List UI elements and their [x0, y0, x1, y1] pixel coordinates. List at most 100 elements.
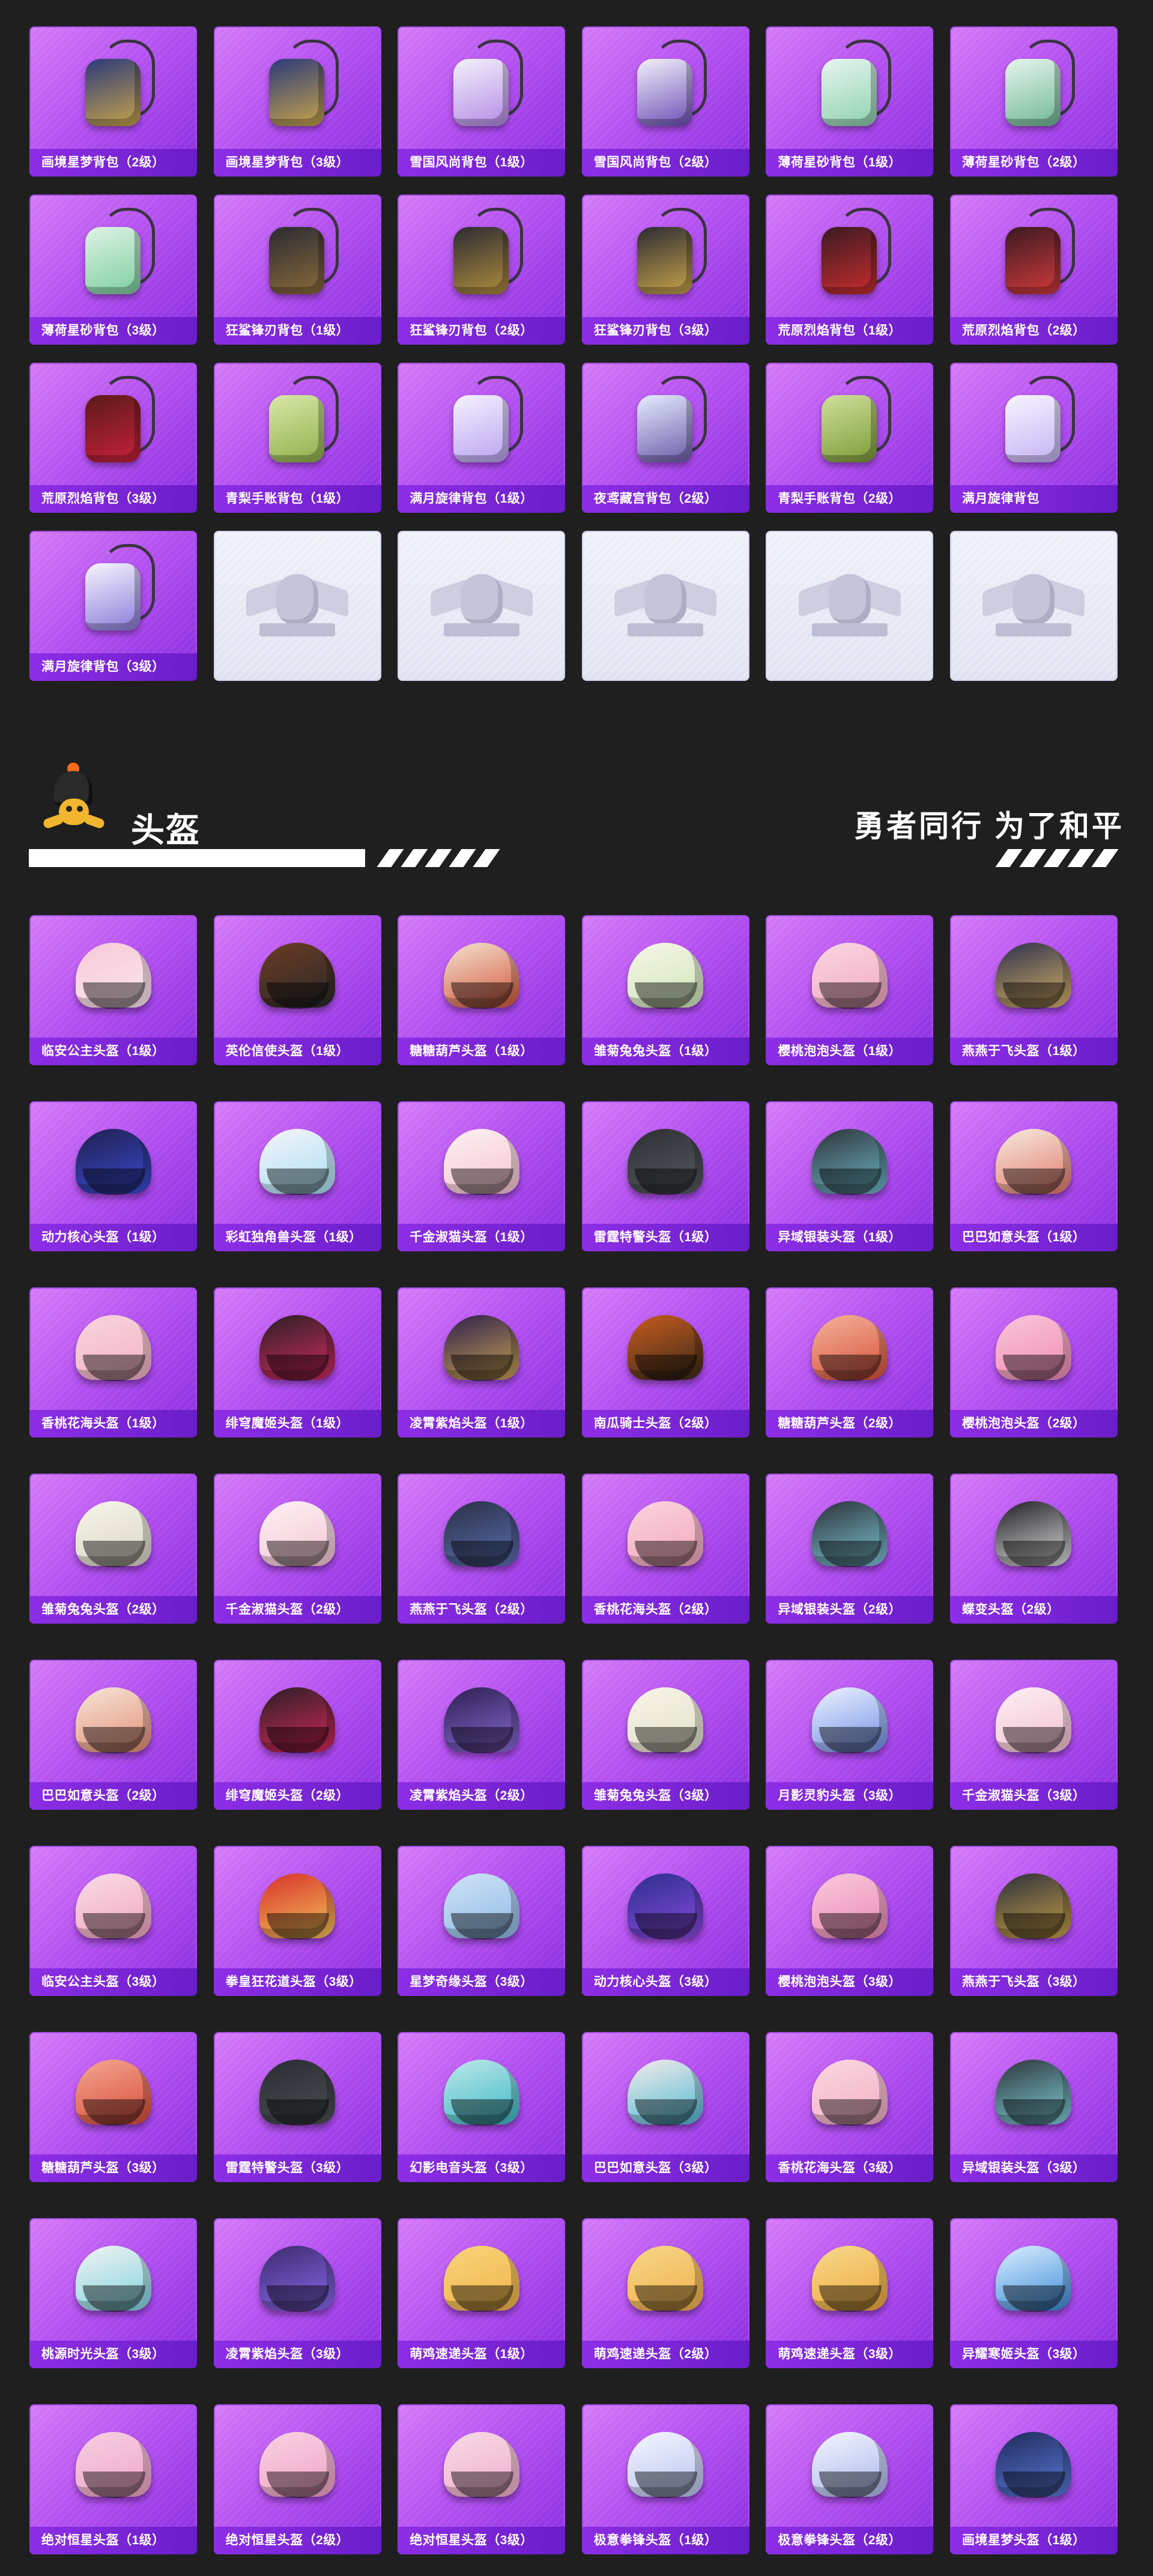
helmet-item-card[interactable]: 巴巴如意头盔（2级）: [29, 1660, 197, 1810]
helmet-item-card[interactable]: 绝对恒星头盔（2级）: [213, 2404, 381, 2554]
helmet-item-card[interactable]: 千金淑猫头盔（1级）: [398, 1101, 566, 1251]
helmet-item-card[interactable]: 拳皇狂花道头盔（3级）: [213, 1846, 381, 1996]
helmet-item-card[interactable]: 临安公主头盔（3级）: [29, 1846, 197, 1996]
helmet-item-card[interactable]: 雏菊兔兔头盔（3级）: [581, 1660, 749, 1810]
helmet-item-card[interactable]: 彩虹独角兽头盔（1级）: [213, 1101, 381, 1251]
empty-slot-card[interactable]: [766, 531, 934, 681]
helmet-item-label: 燕燕于飞头盔（2级）: [398, 1596, 566, 1624]
helmet-item-label: 萌鸡速递头盔（1级）: [398, 2341, 566, 2368]
backpack-icon: [614, 372, 716, 474]
helmet-item-card[interactable]: 极意拳锋头盔（2级）: [766, 2404, 934, 2554]
helmet-item-card[interactable]: 萌鸡速递头盔（2级）: [581, 2218, 749, 2368]
helmet-item-card[interactable]: 异域银装头盔（2级）: [766, 1474, 934, 1624]
helmet-item-card[interactable]: 幻影电音头盔（3级）: [398, 2032, 566, 2182]
helmet-item-card[interactable]: 香桃花海头盔（3级）: [766, 2032, 934, 2182]
helmet-icon: [62, 2414, 165, 2516]
helmet-item-card[interactable]: 异域银装头盔（1级）: [766, 1101, 934, 1251]
backpack-item-card[interactable]: 荒原烈焰背包（2级）: [949, 195, 1118, 345]
helmet-icon: [614, 2228, 716, 2330]
helmet-item-card[interactable]: 动力核心头盔（3级）: [581, 1846, 749, 1996]
slogan-text: 勇者同行 为了和平: [854, 809, 1124, 843]
helmet-item-card[interactable]: 绯穹魔姬头盔（1级）: [213, 1287, 381, 1438]
helmet-item-card[interactable]: 萌鸡速递头盔（1级）: [398, 2218, 566, 2368]
backpack-item-card[interactable]: 满月旋律背包（1级）: [398, 363, 566, 513]
helmet-item-label: 千金淑猫头盔（1级）: [398, 1224, 566, 1251]
helmet-item-card[interactable]: 樱桃泡泡头盔（3级）: [766, 1846, 934, 1996]
helmet-item-card[interactable]: 星梦奇缘头盔（3级）: [398, 1846, 566, 1996]
empty-slot-card[interactable]: [581, 531, 749, 681]
backpack-item-card[interactable]: 荒原烈焰背包（1级）: [766, 195, 934, 345]
backpack-item-card[interactable]: 薄荷星砂背包（3级）: [29, 195, 197, 345]
helmet-item-card[interactable]: 千金淑猫头盔（3级）: [949, 1660, 1118, 1810]
helmet-item-card[interactable]: 雏菊兔兔头盔（1级）: [581, 915, 749, 1065]
helmet-item-card[interactable]: 雏菊兔兔头盔（2级）: [29, 1474, 197, 1624]
helmet-item-card[interactable]: 临安公主头盔（1级）: [29, 915, 197, 1065]
helmet-item-card[interactable]: 樱桃泡泡头盔（1级）: [766, 915, 934, 1065]
backpack-item-card[interactable]: 狂鲨锋刃背包（1级）: [213, 195, 381, 345]
helmet-item-card[interactable]: 极意拳锋头盔（1级）: [581, 2404, 749, 2554]
helmet-icon: [614, 1111, 716, 1213]
helmet-item-card[interactable]: 绯穹魔姬头盔（2级）: [213, 1660, 381, 1810]
helmet-item-label: 雏菊兔兔头盔（1级）: [581, 1038, 749, 1065]
backpack-icon: [799, 204, 901, 306]
helmet-item-card[interactable]: 燕燕于飞头盔（1级）: [949, 915, 1118, 1065]
backpack-item-card[interactable]: 青梨手账背包（1级）: [213, 363, 381, 513]
helmet-item-card[interactable]: 樱桃泡泡头盔（2级）: [949, 1287, 1118, 1438]
helmet-icon: [246, 2042, 348, 2144]
helmet-item-card[interactable]: 凌霄紫焰头盔（2级）: [398, 1660, 566, 1810]
helmet-item-label: 糖糖葫芦头盔（1级）: [398, 1038, 566, 1065]
helmet-item-label: 绯穹魔姬头盔（1级）: [213, 1410, 381, 1438]
helmet-item-card[interactable]: 雷霆特警头盔（3级）: [213, 2032, 381, 2182]
helmet-item-card[interactable]: 雷霆特警头盔（1级）: [581, 1101, 749, 1251]
helmet-item-card[interactable]: 异域银装头盔（3级）: [949, 2032, 1118, 2182]
helmet-item-card[interactable]: 桃源时光头盔（3级）: [29, 2218, 197, 2368]
helmet-item-card[interactable]: 南瓜骑士头盔（2级）: [581, 1287, 749, 1438]
helmet-item-card[interactable]: 蝶变头盔（2级）: [949, 1474, 1118, 1624]
helmet-item-card[interactable]: 糖糖葫芦头盔（3级）: [29, 2032, 197, 2182]
helmet-item-card[interactable]: 英伦信使头盔（1级）: [213, 915, 381, 1065]
backpack-item-card[interactable]: 满月旋律背包（3级）: [29, 531, 197, 681]
empty-slot-card[interactable]: [398, 531, 566, 681]
backpack-item-card[interactable]: 满月旋律背包: [949, 363, 1118, 513]
backpack-item-card[interactable]: 青梨手账背包（2级）: [766, 363, 934, 513]
helmet-item-card[interactable]: 燕燕于飞头盔（3级）: [949, 1846, 1118, 1996]
backpack-item-card[interactable]: 狂鲨锋刃背包（2级）: [398, 195, 566, 345]
helmet-item-label: 临安公主头盔（1级）: [29, 1038, 197, 1065]
backpack-item-card[interactable]: 画境星梦背包（2级）: [29, 26, 197, 177]
helmet-item-card[interactable]: 糖糖葫芦头盔（2级）: [766, 1287, 934, 1438]
backpack-item-card[interactable]: 薄荷星砂背包（2级）: [949, 26, 1118, 177]
backpack-item-label: 雪国风尚背包（2级）: [581, 149, 749, 177]
helmet-item-card[interactable]: 巴巴如意头盔（3级）: [581, 2032, 749, 2182]
helmet-item-card[interactable]: 燕燕于飞头盔（2级）: [398, 1474, 566, 1624]
helmet-item-card[interactable]: 萌鸡速递头盔（3级）: [766, 2218, 934, 2368]
helmet-item-card[interactable]: 异耀寒姬头盔（3级）: [949, 2218, 1118, 2368]
backpack-item-card[interactable]: 薄荷星砂背包（1级）: [766, 26, 934, 177]
helmet-item-card[interactable]: 千金淑猫头盔（2级）: [213, 1474, 381, 1624]
helmet-item-card[interactable]: 香桃花海头盔（2级）: [581, 1474, 749, 1624]
backpack-item-card[interactable]: 画境星梦背包（3级）: [213, 26, 381, 177]
backpack-item-card[interactable]: 夜鸢藏宫背包（2级）: [581, 363, 749, 513]
backpack-item-card[interactable]: 雪国风尚背包（1级）: [398, 26, 566, 177]
helmet-item-card[interactable]: 凌霄紫焰头盔（3级）: [213, 2218, 381, 2368]
helmet-item-card[interactable]: 绝对恒星头盔（3级）: [398, 2404, 566, 2554]
slogan-stripe-decoration: [995, 849, 1129, 867]
helmet-icon: [614, 925, 716, 1027]
helmet-item-card[interactable]: 凌霄紫焰头盔（1级）: [398, 1287, 566, 1438]
helmet-item-card[interactable]: 画境星梦头盔（1级）: [949, 2404, 1118, 2554]
helmet-item-label: 异域银装头盔（1级）: [766, 1224, 934, 1251]
empty-slot-card[interactable]: [213, 531, 381, 681]
backpack-item-label: 荒原烈焰背包（3级）: [29, 485, 197, 513]
backpack-item-card[interactable]: 狂鲨锋刃背包（3级）: [581, 195, 749, 345]
helmet-item-card[interactable]: 绝对恒星头盔（1级）: [29, 2404, 197, 2554]
helmet-icon: [614, 1855, 716, 1958]
helmet-item-card[interactable]: 巴巴如意头盔（1级）: [949, 1101, 1118, 1251]
helmet-item-label: 幻影电音头盔（3级）: [398, 2154, 566, 2182]
helmet-item-card[interactable]: 香桃花海头盔（1级）: [29, 1287, 197, 1438]
empty-slot-card[interactable]: [949, 531, 1118, 681]
helmet-icon: [431, 1297, 533, 1399]
helmet-item-card[interactable]: 月影灵豹头盔（3级）: [766, 1660, 934, 1810]
backpack-item-card[interactable]: 雪国风尚背包（2级）: [581, 26, 749, 177]
backpack-item-card[interactable]: 荒原烈焰背包（3级）: [29, 363, 197, 513]
helmet-item-card[interactable]: 动力核心头盔（1级）: [29, 1101, 197, 1251]
helmet-item-card[interactable]: 糖糖葫芦头盔（1级）: [398, 915, 566, 1065]
